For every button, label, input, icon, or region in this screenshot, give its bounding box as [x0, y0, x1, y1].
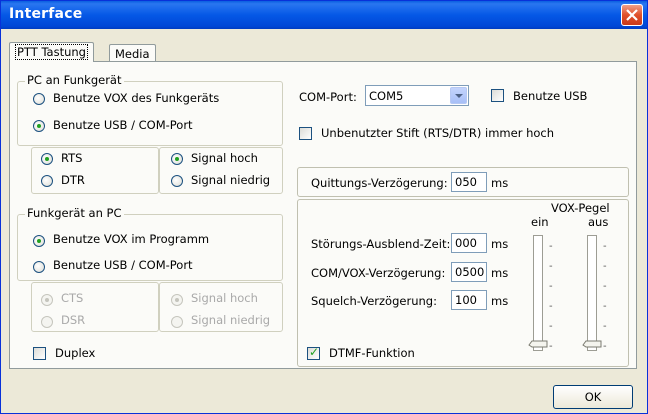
- radio-usb-com-port-label: Benutze USB / COM-Port: [53, 118, 193, 132]
- radio-vox-radio[interactable]: [33, 93, 45, 105]
- vox-level-title: VOX-Pegel: [551, 201, 610, 215]
- ack-delay-label: Quittungs-Verzögerung:: [311, 176, 448, 190]
- dtmf-label: DTMF-Funktion: [329, 346, 415, 360]
- interface-dialog: Interface PTT Tastung Media PC an Funkge…: [0, 0, 648, 414]
- radio-in-signal-high[interactable]: [171, 294, 183, 306]
- unused-pin-checkbox[interactable]: [299, 127, 312, 140]
- close-button[interactable]: [621, 4, 643, 26]
- vox-on-slider[interactable]: [533, 235, 543, 351]
- com-vox-delay-label: COM/VOX-Verzögerung:: [311, 266, 446, 280]
- noise-blank-label: Störungs-Ausblend-Zeit:: [311, 237, 451, 251]
- slider-tick: -: [603, 241, 607, 252]
- title-bar[interactable]: Interface: [1, 1, 647, 29]
- tab-media[interactable]: Media: [109, 44, 156, 62]
- ack-delay-unit: ms: [491, 176, 509, 190]
- noise-blank-input[interactable]: 000: [451, 233, 487, 253]
- squelch-delay-unit: ms: [491, 294, 509, 308]
- radio-in-signal-low-label: Signal niedrig: [191, 313, 271, 327]
- radio-rts-label: RTS: [61, 151, 83, 165]
- radio-cts[interactable]: [41, 294, 53, 306]
- slider-tick: -: [603, 261, 607, 272]
- dtmf-checkbox[interactable]: [307, 345, 320, 360]
- slider-tick: -: [603, 281, 607, 292]
- radio-dsr-label: DSR: [61, 313, 86, 327]
- ack-delay-input[interactable]: 050: [451, 172, 487, 192]
- slider-tick: -: [603, 321, 607, 332]
- slider-tick: -: [549, 321, 553, 332]
- radio-dtr[interactable]: [41, 175, 53, 187]
- radio-signal-low[interactable]: [171, 175, 183, 187]
- vox-off-label: aus: [588, 215, 609, 229]
- vox-off-slider[interactable]: [587, 235, 597, 351]
- squelch-delay-input[interactable]: 100: [451, 290, 487, 310]
- tab-ptt-tastung[interactable]: PTT Tastung: [9, 42, 94, 62]
- duplex-checkbox[interactable]: [33, 347, 46, 360]
- group-timings: [297, 199, 629, 367]
- vox-on-label: ein: [531, 215, 549, 229]
- com-vox-delay-unit: ms: [491, 266, 509, 280]
- radio-signal-low-label: Signal niedrig: [191, 173, 271, 187]
- group-pc-to-radio-legend: PC an Funkgerät: [25, 73, 124, 87]
- squelch-delay-label: Squelch-Verzögerung:: [311, 294, 437, 308]
- radio-usb-com-port[interactable]: [33, 120, 45, 132]
- slider-tick: -: [549, 281, 553, 292]
- unused-pin-label: Unbenutzter Stift (RTS/DTR) immer hoch: [321, 126, 555, 140]
- radio-in-signal-high-label: Signal hoch: [191, 291, 258, 305]
- slider-tick: -: [549, 301, 553, 312]
- duplex-label: Duplex: [55, 346, 96, 360]
- radio-vox-radio-label: Benutze VOX des Funkgeräts: [53, 91, 220, 105]
- chevron-down-icon[interactable]: [450, 87, 467, 104]
- radio-usb-com-port-in[interactable]: [33, 261, 45, 273]
- tab-ptt-tastung-label: PTT Tastung: [15, 44, 88, 60]
- tab-media-label: Media: [115, 47, 150, 61]
- radio-signal-high-label: Signal hoch: [191, 151, 258, 165]
- radio-usb-com-port-in-label: Benutze USB / COM-Port: [53, 258, 193, 272]
- com-vox-delay-input[interactable]: 0500: [451, 262, 487, 282]
- radio-rts[interactable]: [41, 153, 53, 165]
- radio-dsr[interactable]: [41, 316, 53, 328]
- radio-in-signal-low[interactable]: [171, 316, 183, 328]
- com-port-select[interactable]: COM5: [365, 85, 469, 106]
- noise-blank-unit: ms: [491, 237, 509, 251]
- radio-dtr-label: DTR: [61, 173, 85, 187]
- com-port-value: COM5: [369, 89, 404, 103]
- vox-on-thumb[interactable]: [528, 339, 550, 352]
- ok-button[interactable]: OK: [553, 385, 633, 409]
- close-icon: [626, 9, 638, 21]
- radio-cts-label: CTS: [61, 291, 84, 305]
- radio-vox-program-label: Benutze VOX im Programm: [53, 232, 210, 246]
- window-title: Interface: [9, 6, 83, 22]
- use-usb-checkbox[interactable]: [491, 89, 504, 102]
- use-usb-label: Benutze USB: [513, 89, 588, 103]
- com-port-label: COM-Port:: [299, 90, 357, 104]
- group-radio-to-pc-legend: Funkgerät an PC: [25, 206, 124, 220]
- radio-vox-program[interactable]: [33, 235, 45, 247]
- slider-tick: -: [549, 241, 553, 252]
- radio-signal-high[interactable]: [171, 153, 183, 165]
- button-bar: [2, 372, 646, 412]
- slider-tick: -: [549, 261, 553, 272]
- vox-off-thumb[interactable]: [582, 339, 604, 352]
- slider-tick: -: [603, 301, 607, 312]
